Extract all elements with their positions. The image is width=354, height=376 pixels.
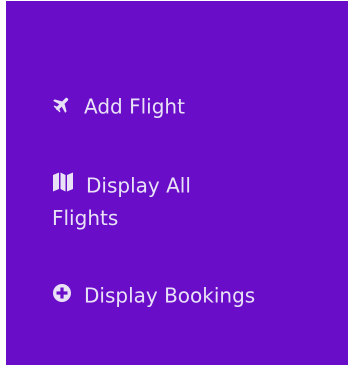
- sidebar-menu: Add Flight Display All Flights Display B…: [6, 1, 348, 365]
- sidebar-item-display-all-flights[interactable]: Display All Flights: [52, 169, 191, 230]
- plus-circle-icon: [52, 281, 72, 311]
- screenshot-frame: Add Flight Display All Flights Display B…: [0, 0, 354, 376]
- sidebar-item-label-line1: Display All: [86, 173, 191, 198]
- sidebar-item-label: Add Flight: [84, 94, 185, 119]
- sidebar-item-label-line2: Flights: [52, 206, 119, 230]
- airplane-icon: [52, 92, 72, 122]
- sidebar-item-display-bookings[interactable]: Display Bookings: [52, 279, 255, 311]
- map-icon: [52, 171, 74, 201]
- sidebar-item-label: Display Bookings: [84, 283, 256, 308]
- sidebar-item-add-flight[interactable]: Add Flight: [52, 90, 185, 122]
